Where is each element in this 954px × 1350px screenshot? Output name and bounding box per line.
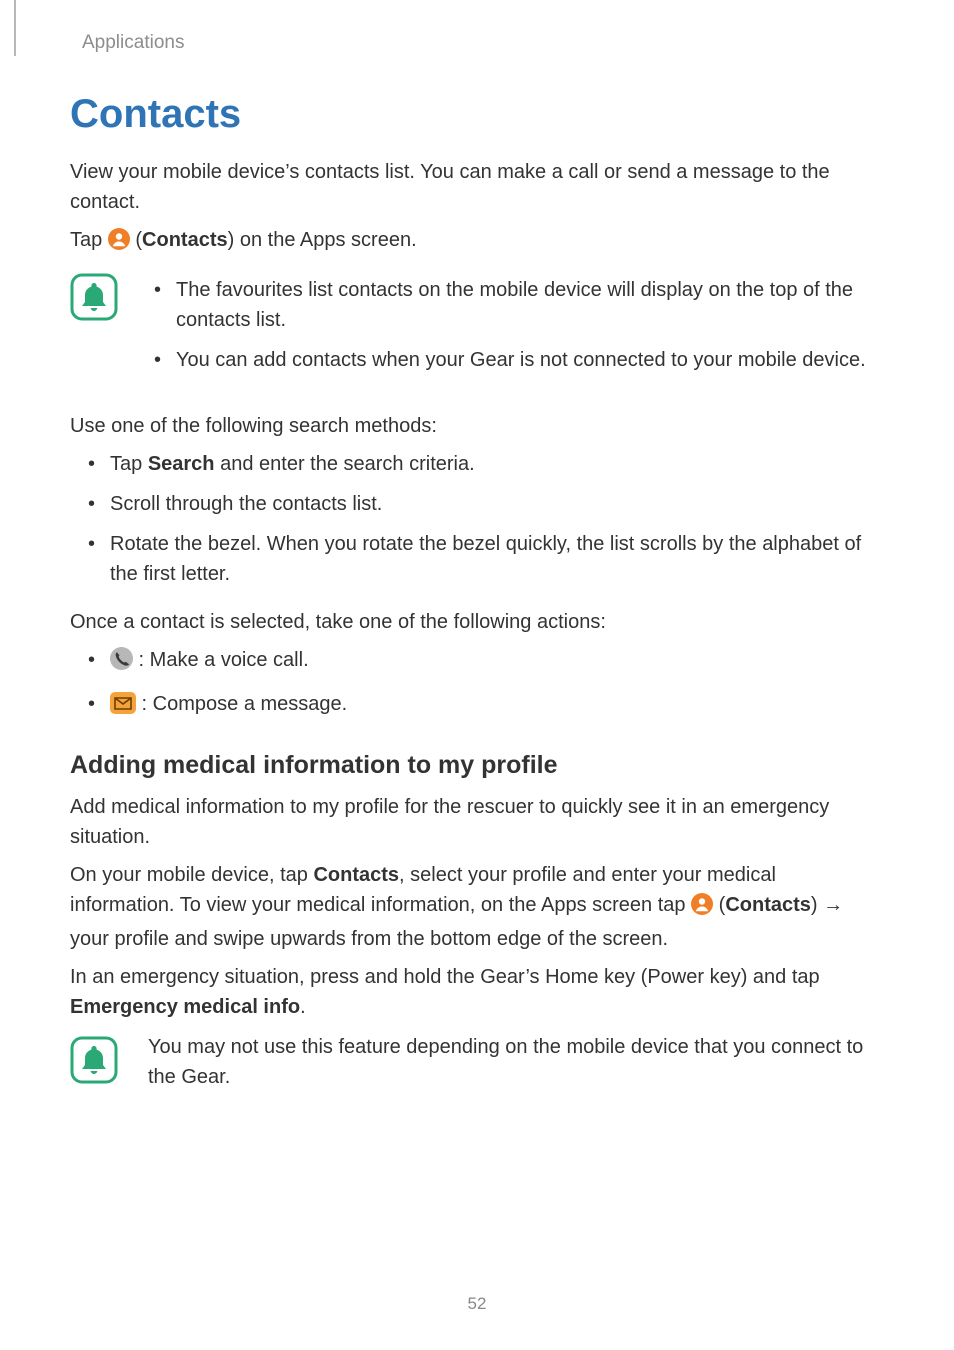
bell-note-icon [70, 1036, 118, 1089]
text: In an emergency situation, press and hol… [70, 966, 820, 988]
note-content: You may not use this feature depending o… [148, 1032, 884, 1100]
action-text: : Make a voice call. [133, 649, 309, 671]
subheading: Adding medical information to my profile [70, 751, 884, 780]
bell-note-icon [70, 273, 118, 326]
envelope-icon [110, 692, 136, 723]
note-text: You may not use this feature depending o… [148, 1032, 884, 1092]
note-item: You can add contacts when your Gear is n… [148, 345, 884, 375]
med-paragraph-3: In an emergency situation, press and hol… [70, 962, 884, 1022]
page: Applications Contacts View your mobile d… [0, 0, 954, 1350]
search-methods-list: Tap Search and enter the search criteria… [70, 449, 884, 589]
contacts-label: Contacts [142, 229, 228, 251]
page-title: Contacts [70, 92, 884, 137]
actions-intro: Once a contact is selected, take one of … [70, 607, 884, 637]
side-rule [14, 0, 16, 56]
text: ) [811, 894, 823, 916]
text: your profile and swipe upwards from the … [70, 928, 668, 950]
text: Tap [110, 453, 148, 475]
text: and enter the search criteria. [215, 453, 475, 475]
list-item: : Compose a message. [82, 689, 884, 723]
note-block: You may not use this feature depending o… [70, 1032, 884, 1100]
note-content: The favourites list contacts on the mobi… [148, 269, 884, 393]
search-methods-intro: Use one of the following search methods: [70, 411, 884, 441]
text: . [300, 996, 306, 1018]
phone-icon [110, 647, 133, 679]
med-paragraph-1: Add medical information to my profile fo… [70, 792, 884, 852]
contacts-label: Contacts [313, 864, 399, 886]
list-item: Scroll through the contacts list. [82, 489, 884, 519]
note-block: The favourites list contacts on the mobi… [70, 269, 884, 393]
action-text: : Compose a message. [136, 693, 347, 715]
list-item: Rotate the bezel. When you rotate the be… [82, 529, 884, 589]
page-number: 52 [0, 1294, 954, 1314]
text: ) on the Apps screen. [228, 229, 417, 251]
search-label: Search [148, 453, 215, 475]
med-paragraph-2: On your mobile device, tap Contacts, sel… [70, 860, 884, 954]
note-item: The favourites list contacts on the mobi… [148, 275, 884, 335]
emergency-label: Emergency medical info [70, 996, 300, 1018]
section-header: Applications [82, 32, 884, 54]
text: On your mobile device, tap [70, 864, 313, 886]
tap-instruction: Tap (Contacts) on the Apps screen. [70, 225, 884, 259]
contacts-icon [691, 893, 713, 924]
text: Tap [70, 229, 108, 251]
contacts-icon [108, 228, 130, 259]
arrow-icon: → [823, 894, 843, 916]
list-item: Tap Search and enter the search criteria… [82, 449, 884, 479]
intro-paragraph: View your mobile device’s contacts list.… [70, 157, 884, 217]
contacts-label: Contacts [725, 894, 811, 916]
list-item: : Make a voice call. [82, 645, 884, 679]
actions-list: : Make a voice call. : Compose a message… [70, 645, 884, 723]
